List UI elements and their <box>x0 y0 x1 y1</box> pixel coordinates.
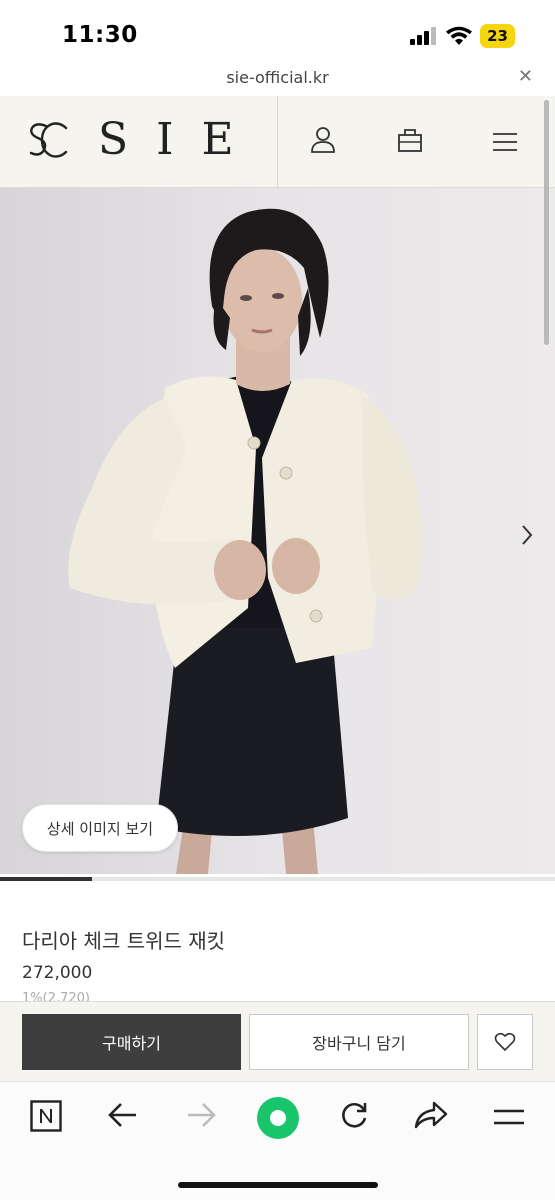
forward-icon[interactable] <box>186 1102 216 1128</box>
scrollbar[interactable] <box>544 100 549 345</box>
heart-icon <box>494 1032 516 1052</box>
status-bar: 11:30 23 <box>0 0 555 64</box>
header-divider <box>277 96 278 188</box>
status-time: 11:30 <box>62 22 138 48</box>
buy-button[interactable]: 구매하기 <box>22 1014 241 1070</box>
user-icon[interactable] <box>310 126 336 154</box>
detail-image-button[interactable]: 상세 이미지 보기 <box>22 804 178 852</box>
battery-icon: 23 <box>480 24 515 48</box>
add-to-cart-button[interactable]: 장바구니 담기 <box>249 1014 469 1070</box>
share-icon[interactable] <box>414 1100 448 1130</box>
product-info: 다리아 체크 트위드 재킷 272,000 1%(2,720) <box>0 881 555 1006</box>
home-icon[interactable] <box>256 1096 300 1140</box>
menu-icon[interactable] <box>493 1108 525 1126</box>
logo-text[interactable]: SIE <box>98 114 262 165</box>
sie-logo-mark[interactable] <box>26 120 70 160</box>
wifi-icon <box>446 26 473 45</box>
naver-icon[interactable] <box>30 1100 62 1132</box>
product-image[interactable]: 상세 이미지 보기 <box>0 188 555 874</box>
home-indicator <box>178 1182 378 1188</box>
product-price: 272,000 <box>22 963 93 983</box>
status-icons: 23 <box>410 24 515 48</box>
refresh-icon[interactable] <box>338 1100 370 1132</box>
back-icon[interactable] <box>108 1102 138 1128</box>
menu-icon[interactable] <box>492 132 518 152</box>
chevron-right-icon[interactable] <box>521 524 533 546</box>
url-text[interactable]: sie-official.kr <box>0 68 555 87</box>
bag-icon[interactable] <box>397 126 423 154</box>
close-icon[interactable]: ✕ <box>518 66 533 87</box>
site-header: SIE <box>0 96 555 188</box>
product-name: 다리아 체크 트위드 재킷 <box>22 929 226 953</box>
signal-icon <box>410 27 437 45</box>
url-bar[interactable]: sie-official.kr ✕ <box>0 64 555 96</box>
action-bar: 구매하기 장바구니 담기 <box>0 1001 555 1081</box>
product-photo <box>68 208 424 874</box>
wishlist-button[interactable] <box>477 1014 533 1070</box>
browser-toolbar <box>0 1081 555 1200</box>
